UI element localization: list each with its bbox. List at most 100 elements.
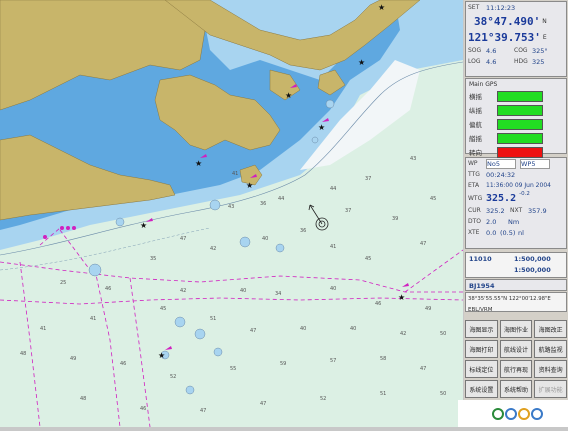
function-button[interactable]: 海图改正 bbox=[534, 320, 567, 338]
function-button[interactable]: 系统帮助 bbox=[499, 380, 533, 398]
function-button[interactable]: 系统设置 bbox=[465, 380, 498, 398]
status-list: 横摇纵摇偏航艏摇转向 bbox=[466, 89, 566, 159]
status-title: Main GPS bbox=[469, 80, 498, 88]
lon-hemisphere: E bbox=[542, 33, 547, 41]
depth-sounding: 47 bbox=[200, 408, 206, 414]
depth-sounding: 42 bbox=[400, 331, 406, 337]
lat-hemisphere: N bbox=[542, 17, 547, 25]
ttg-label: TTG bbox=[468, 171, 480, 178]
function-button[interactable]: 海图作业 bbox=[499, 320, 533, 338]
depth-sounding: 51 bbox=[210, 316, 216, 322]
xte-unit: nl bbox=[518, 228, 524, 237]
nxt-label: NXT bbox=[510, 207, 523, 214]
cog-label: COG bbox=[514, 47, 528, 54]
depth-sounding: 36 bbox=[300, 228, 306, 234]
cur-label: CUR bbox=[468, 207, 481, 214]
function-button[interactable]: 航路监视 bbox=[534, 340, 567, 358]
status-label: 偏航 bbox=[469, 121, 482, 129]
depth-sounding: 48 bbox=[80, 396, 86, 402]
nautical-chart-view[interactable]: ★ ★ ★ ★ ★ ★ ★ ★ ★ 41 36 43 44 44 37 43 45 37 39 36 40 41 45… bbox=[0, 0, 464, 428]
hdg-value: 325 bbox=[532, 57, 545, 66]
datum-value: BJ1954 bbox=[469, 281, 495, 290]
wtg-sub: -0.2 bbox=[519, 191, 530, 197]
wtg-value: 325.2 bbox=[486, 192, 517, 204]
depth-sounding: 25 bbox=[60, 280, 66, 286]
log-value: 4.6 bbox=[486, 57, 497, 66]
nav-info-panel: SET 11:12:23 38°47.490' N 121°39.753' E … bbox=[458, 0, 568, 427]
status-label: 横摇 bbox=[469, 93, 482, 101]
function-button[interactable]: 海图显示 bbox=[465, 320, 498, 338]
status-row: 艏摇 bbox=[466, 131, 566, 145]
depth-sounding: 47 bbox=[420, 241, 426, 247]
function-button[interactable]: 航线设计 bbox=[499, 340, 533, 358]
depth-sounding: 58 bbox=[380, 356, 386, 362]
dto-unit: Nm bbox=[508, 217, 520, 226]
wp-value[interactable]: No5 bbox=[486, 158, 516, 169]
logo bbox=[458, 400, 568, 427]
chart-info-block: 11010 1:500,000 1:500,000 bbox=[465, 252, 567, 278]
depth-sounding: 40 bbox=[350, 326, 356, 332]
status-row: 偏航 bbox=[466, 117, 566, 131]
function-button[interactable]: 海图打印 bbox=[465, 340, 498, 358]
sog-label: SOG bbox=[468, 47, 482, 54]
depth-sounding: 50 bbox=[440, 331, 446, 337]
svg-text:★: ★ bbox=[195, 159, 202, 168]
longitude-value: 121°39.753' bbox=[468, 30, 541, 44]
status-light bbox=[497, 132, 543, 144]
depth-sounding: 44 bbox=[330, 186, 336, 192]
chart-canvas[interactable]: ★ ★ ★ ★ ★ ★ ★ ★ ★ 41 36 43 44 44 37 43 45 37 39 36 40 41 45… bbox=[0, 0, 464, 428]
depth-sounding: 55 bbox=[230, 366, 236, 372]
function-button[interactable]: 资料查询 bbox=[534, 360, 567, 378]
ebl-vrm-label[interactable]: EBL/VRM bbox=[468, 307, 493, 313]
status-row: 纵摇 bbox=[466, 103, 566, 117]
hdg-label: HDG bbox=[514, 58, 528, 65]
dto-label: DTO bbox=[468, 218, 482, 225]
waypoint-block: WP No5 WP5 TTG 00:24:32 ETA 11:36:00 09 … bbox=[465, 157, 567, 249]
scale-1: 1:500,000 bbox=[514, 254, 551, 263]
function-button[interactable]: 扩展功能 bbox=[534, 380, 567, 398]
depth-sounding: 52 bbox=[170, 374, 176, 380]
depth-sounding: 35 bbox=[150, 256, 156, 262]
depth-sounding: 44 bbox=[278, 196, 284, 202]
cursor-block: 38°35'55.55"N 122°00'12.98"E EBL/VRM bbox=[465, 292, 567, 313]
svg-text:★: ★ bbox=[158, 351, 165, 360]
depth-sounding: 48 bbox=[20, 351, 26, 357]
svg-text:★: ★ bbox=[378, 3, 385, 12]
depth-sounding: 45 bbox=[430, 196, 436, 202]
depth-sounding: 41 bbox=[330, 244, 336, 250]
status-label: 艏摇 bbox=[469, 135, 482, 143]
wtg-label: WTG bbox=[468, 194, 483, 202]
status-block: Main GPS 横摇纵摇偏航艏摇转向 bbox=[465, 78, 567, 158]
depth-sounding: 37 bbox=[365, 176, 371, 182]
depth-sounding: 47 bbox=[250, 328, 256, 334]
function-button[interactable]: 标线定位 bbox=[465, 360, 498, 378]
chart-id[interactable]: 11010 bbox=[466, 255, 514, 263]
function-button[interactable]: 航行再现 bbox=[499, 360, 533, 378]
wp-label: WP bbox=[468, 160, 478, 167]
depth-sounding: 49 bbox=[70, 356, 76, 362]
svg-text:★: ★ bbox=[358, 58, 365, 67]
depth-sounding: 45 bbox=[160, 306, 166, 312]
svg-text:★: ★ bbox=[285, 91, 292, 100]
depth-sounding: 41 bbox=[40, 326, 46, 332]
set-label: SET bbox=[468, 4, 480, 11]
xte-label: XTE bbox=[468, 229, 480, 236]
depth-sounding: 49 bbox=[425, 306, 431, 312]
set-time: 11:12:23 bbox=[486, 3, 516, 12]
scale-2: 1:500,000 bbox=[514, 265, 551, 274]
status-light bbox=[497, 90, 543, 102]
xte-value: 0.0 bbox=[486, 228, 497, 237]
wp-value-2[interactable]: WP5 bbox=[520, 158, 550, 169]
depth-sounding: 41 bbox=[90, 316, 96, 322]
cur-value: 325.2 bbox=[486, 206, 505, 215]
depth-sounding: 47 bbox=[180, 236, 186, 242]
latitude-value: 38°47.490' bbox=[474, 14, 541, 28]
depth-sounding: 42 bbox=[210, 246, 216, 252]
depth-sounding: 37 bbox=[345, 208, 351, 214]
depth-sounding: 45 bbox=[365, 256, 371, 262]
ttg-value: 00:24:32 bbox=[486, 170, 516, 179]
depth-sounding: 41 bbox=[232, 171, 238, 177]
depth-sounding: 50 bbox=[440, 391, 446, 397]
depth-sounding: 40 bbox=[300, 326, 306, 332]
status-label: 转向 bbox=[469, 149, 482, 157]
